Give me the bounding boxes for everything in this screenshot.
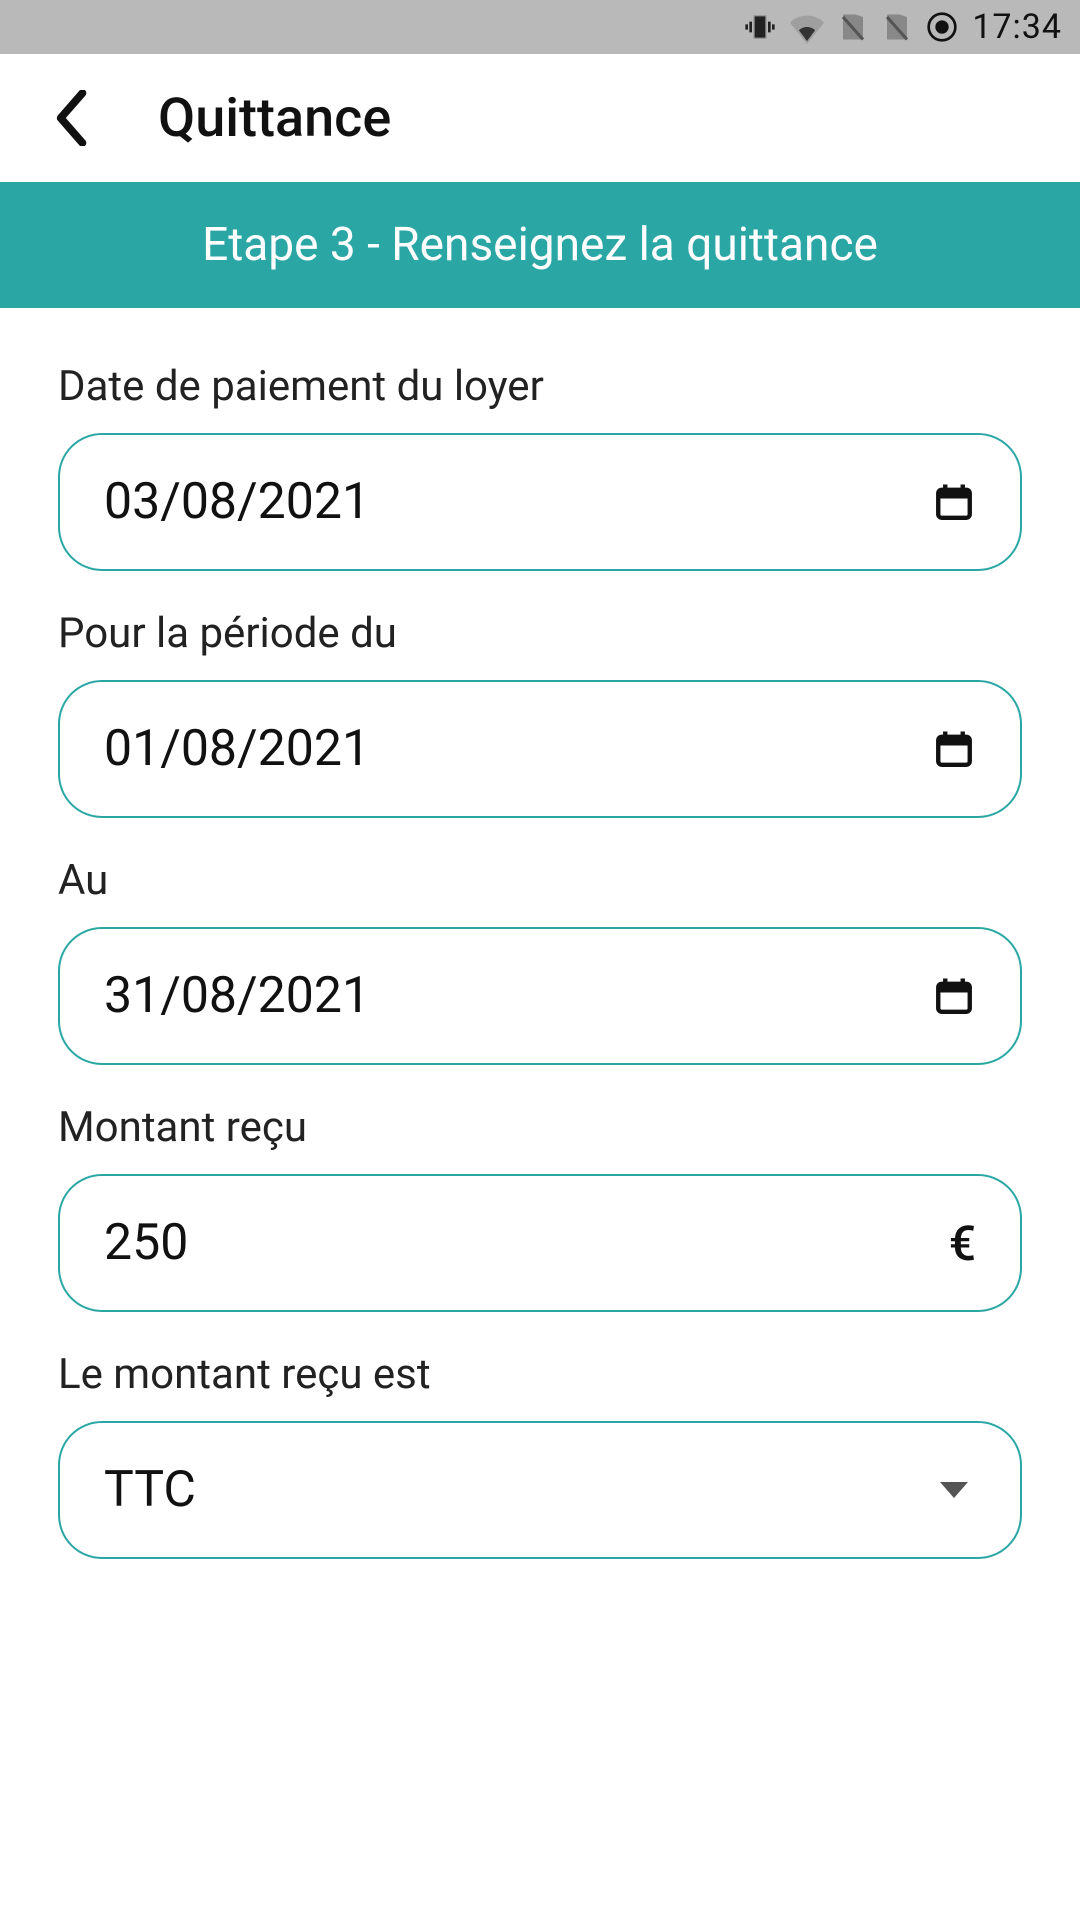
sim2-icon — [882, 12, 912, 42]
sim1-icon — [838, 12, 868, 42]
period-to-value: 31/08/2021 — [104, 967, 932, 1025]
payment-date-field[interactable]: 03/08/2021 — [58, 433, 1022, 571]
calendar-icon — [932, 480, 976, 524]
payment-date-group: Date de paiement du loyer 03/08/2021 — [58, 362, 1022, 571]
period-to-group: Au 31/08/2021 — [58, 856, 1022, 1065]
status-bar: 17:34 — [0, 0, 1080, 54]
amount-label: Montant reçu — [58, 1103, 1022, 1152]
vibrate-icon — [744, 11, 776, 43]
form: Date de paiement du loyer 03/08/2021 Pou… — [0, 308, 1080, 1559]
calendar-icon — [932, 727, 976, 771]
period-from-value: 01/08/2021 — [104, 720, 932, 778]
euro-icon: € — [949, 1215, 976, 1272]
status-icons — [744, 10, 958, 44]
header: Quittance — [0, 54, 1080, 182]
period-from-label: Pour la période du — [58, 609, 1022, 658]
period-from-field[interactable]: 01/08/2021 — [58, 680, 1022, 818]
amount-field[interactable]: 250 € — [58, 1174, 1022, 1312]
amount-type-value: TTC — [104, 1461, 932, 1519]
calendar-icon — [932, 974, 976, 1018]
amount-type-field[interactable]: TTC — [58, 1421, 1022, 1559]
target-icon — [926, 11, 958, 43]
page-title: Quittance — [158, 87, 391, 150]
status-time: 17:34 — [972, 7, 1062, 47]
chevron-left-icon — [50, 90, 90, 146]
amount-group: Montant reçu 250 € — [58, 1103, 1022, 1312]
period-from-group: Pour la période du 01/08/2021 — [58, 609, 1022, 818]
step-text: Etape 3 - Renseignez la quittance — [30, 218, 1050, 272]
payment-date-value: 03/08/2021 — [104, 473, 932, 531]
amount-type-label: Le montant reçu est — [58, 1350, 1022, 1399]
amount-type-group: Le montant reçu est TTC — [58, 1350, 1022, 1559]
wifi-icon — [790, 10, 824, 44]
payment-date-label: Date de paiement du loyer — [58, 362, 1022, 411]
amount-value: 250 — [104, 1214, 949, 1272]
chevron-down-icon — [932, 1468, 976, 1512]
back-button[interactable] — [30, 78, 110, 158]
step-banner: Etape 3 - Renseignez la quittance — [0, 182, 1080, 308]
period-to-field[interactable]: 31/08/2021 — [58, 927, 1022, 1065]
period-to-label: Au — [58, 856, 1022, 905]
